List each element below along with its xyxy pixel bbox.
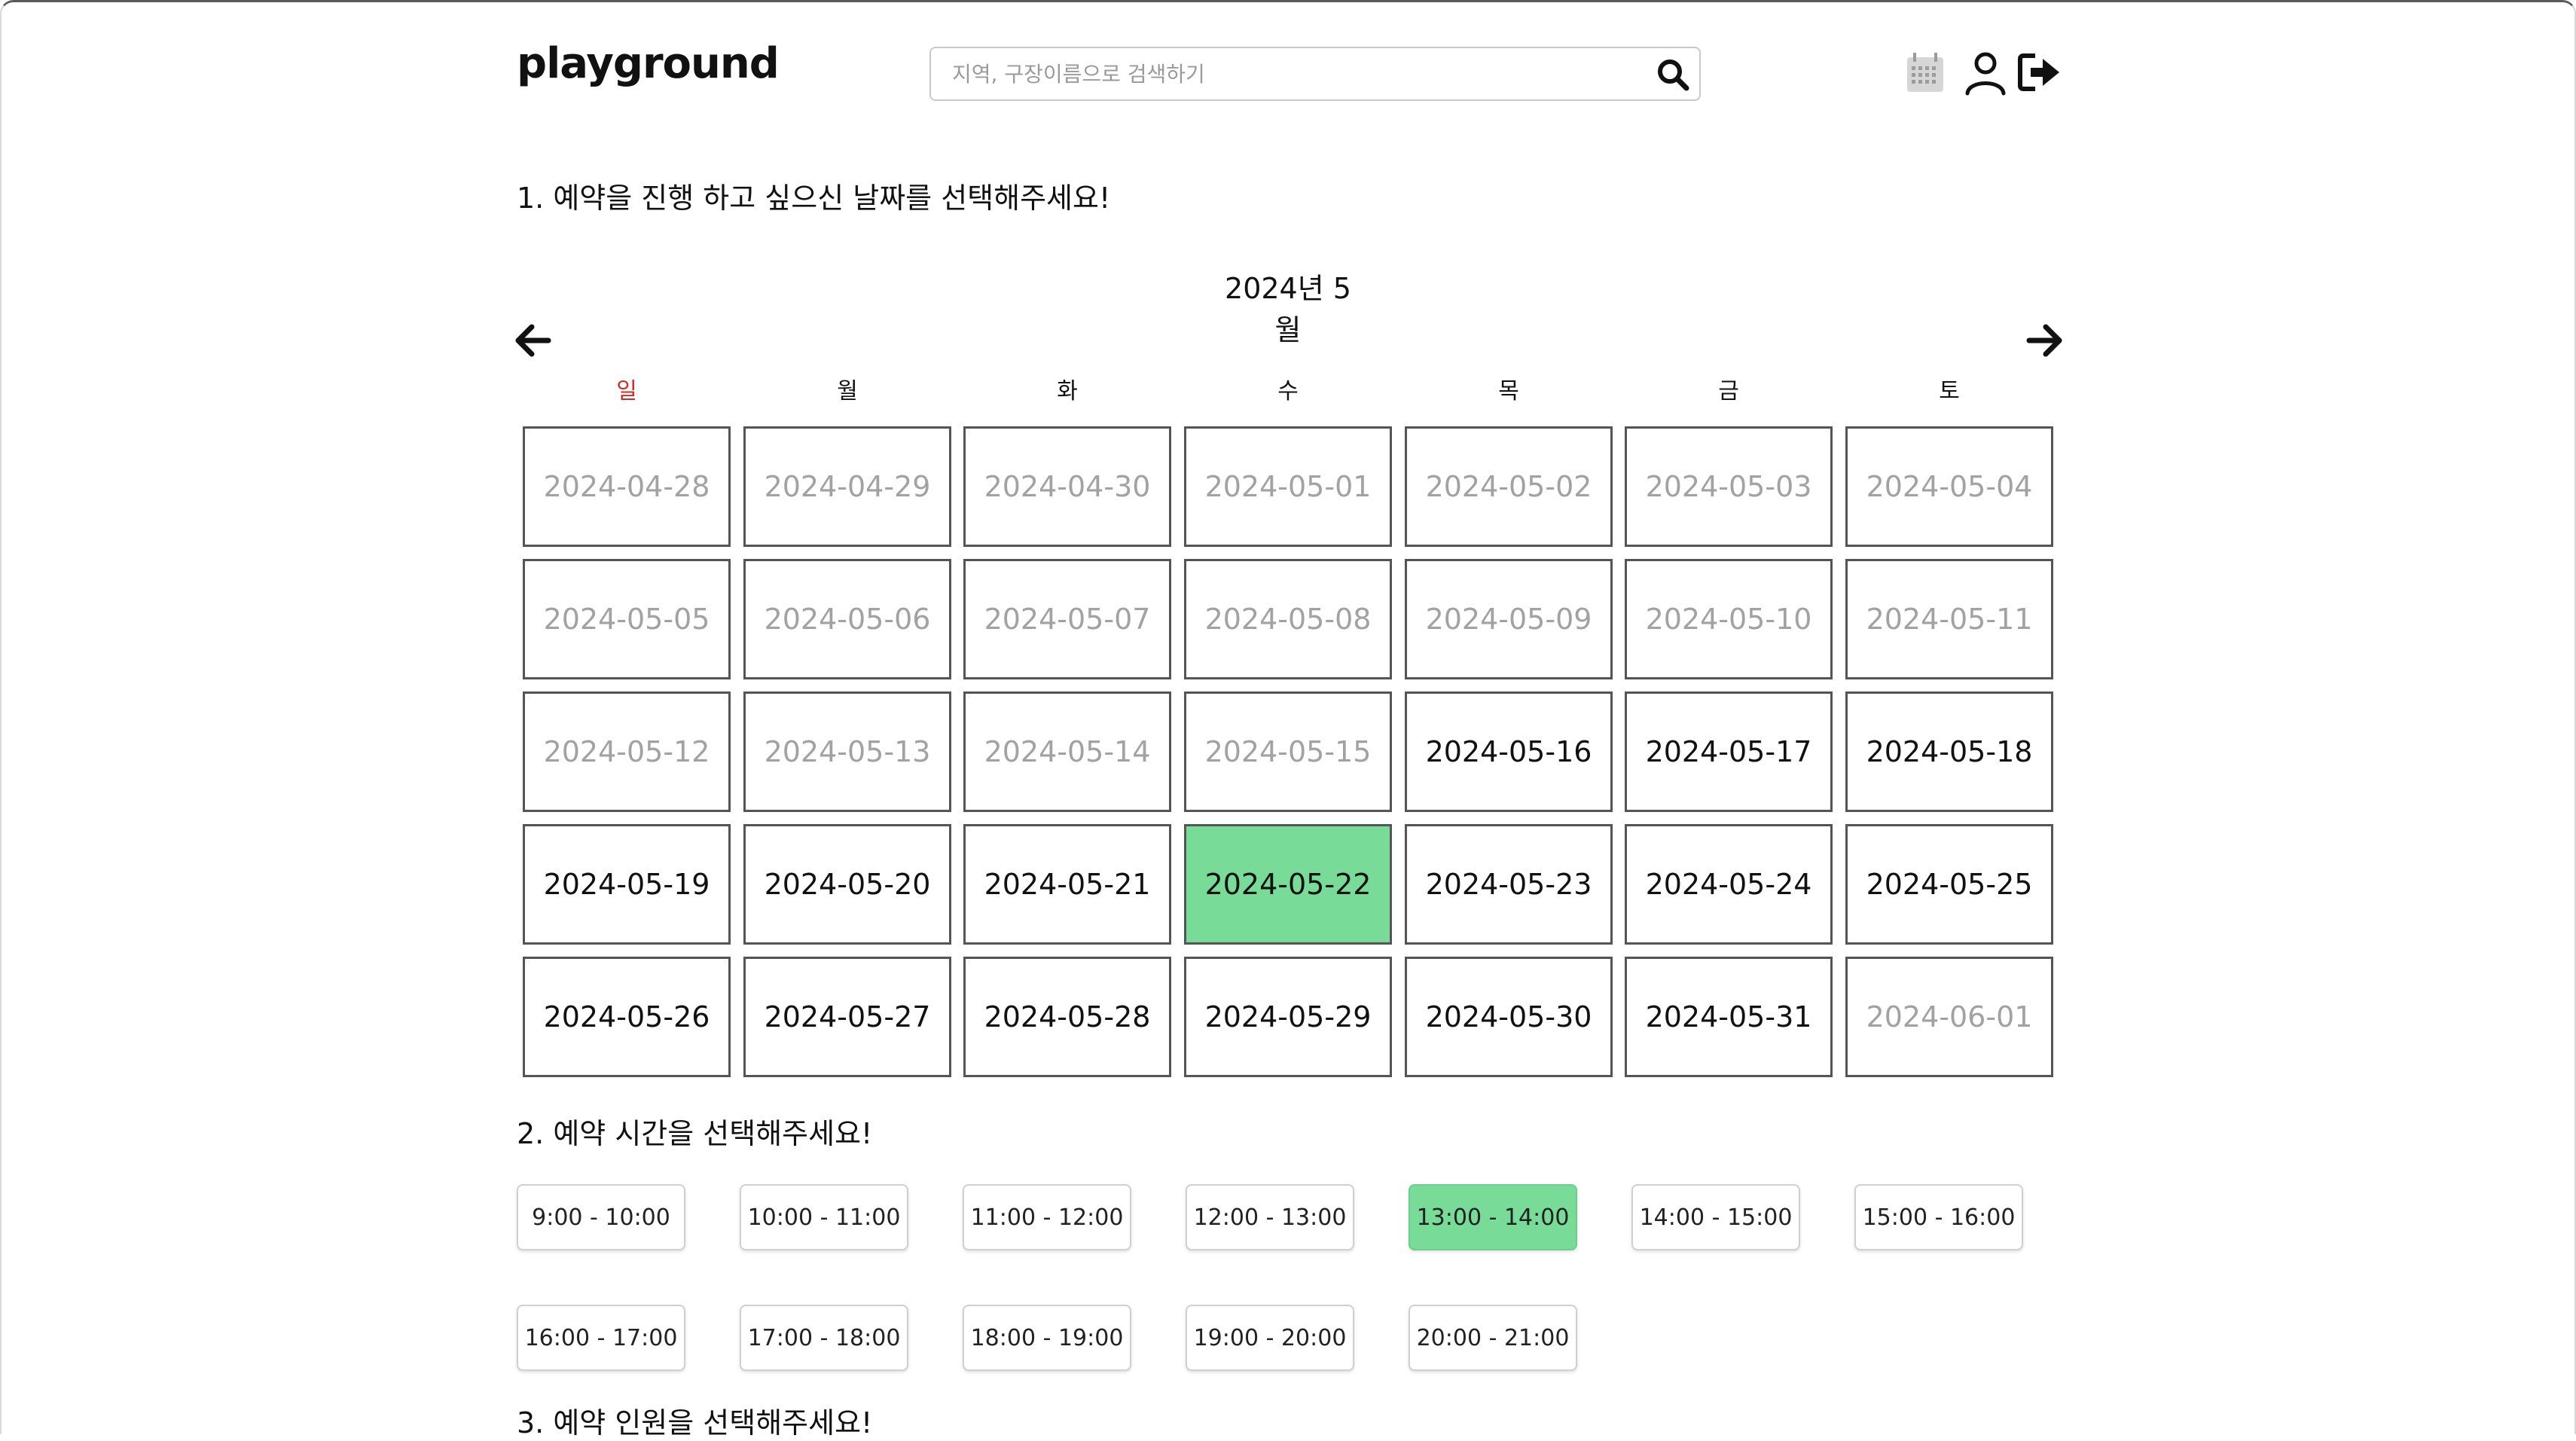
time-slot-button[interactable]: 12:00 - 13:00 xyxy=(1186,1184,1354,1250)
calendar-date-cell[interactable]: 2024-05-09 xyxy=(1405,559,1613,679)
calendar-date-cell[interactable]: 2024-05-23 xyxy=(1405,824,1613,945)
weekday-label: 토 xyxy=(1939,378,1960,405)
calendar-icon[interactable] xyxy=(1901,48,1949,96)
time-slot-button[interactable]: 18:00 - 19:00 xyxy=(963,1305,1131,1371)
calendar-date-cell[interactable]: 2024-05-30 xyxy=(1405,957,1613,1077)
calendar-date-cell[interactable]: 2024-05-16 xyxy=(1405,691,1613,812)
step2-title: 2. 예약 시간을 선택해주세요! xyxy=(517,1117,873,1150)
weekday-label: 화 xyxy=(1057,378,1078,405)
calendar-date-cell[interactable]: 2024-05-27 xyxy=(743,957,951,1077)
time-slot-button[interactable]: 16:00 - 17:00 xyxy=(517,1305,685,1371)
time-slot-button[interactable]: 9:00 - 10:00 xyxy=(517,1184,685,1250)
time-slot-button[interactable]: 10:00 - 11:00 xyxy=(740,1184,908,1250)
calendar-date-cell[interactable]: 2024-05-02 xyxy=(1405,426,1613,547)
calendar-date-cell[interactable]: 2024-05-18 xyxy=(1845,691,2053,812)
next-month-arrow-icon[interactable] xyxy=(2022,318,2067,363)
calendar-date-cell[interactable]: 2024-05-20 xyxy=(743,824,951,945)
calendar-date-cell[interactable]: 2024-05-17 xyxy=(1625,691,1833,812)
time-slot-button[interactable]: 15:00 - 16:00 xyxy=(1854,1184,2023,1250)
calendar-date-cell[interactable]: 2024-05-14 xyxy=(963,691,1171,812)
search-bar[interactable] xyxy=(929,47,1701,101)
search-icon[interactable] xyxy=(1654,56,1692,93)
calendar-date-cell[interactable]: 2024-05-07 xyxy=(963,559,1171,679)
time-slot-button[interactable]: 20:00 - 21:00 xyxy=(1409,1305,1577,1371)
calendar-date-cell[interactable]: 2024-05-25 xyxy=(1845,824,2053,945)
calendar-date-cell[interactable]: 2024-05-12 xyxy=(523,691,731,812)
time-slot-button[interactable]: 17:00 - 18:00 xyxy=(740,1305,908,1371)
step3-title: 3. 예약 인원을 선택해주세요! xyxy=(517,1406,873,1439)
calendar-date-cell[interactable]: 2024-05-11 xyxy=(1845,559,2053,679)
calendar-date-cell[interactable]: 2024-05-01 xyxy=(1184,426,1392,547)
prev-month-arrow-icon[interactable] xyxy=(511,318,556,363)
weekday-label: 수 xyxy=(1277,378,1299,405)
weekday-label: 목 xyxy=(1498,378,1519,405)
user-icon[interactable] xyxy=(1961,48,2010,96)
weekday-label: 월 xyxy=(837,378,858,405)
calendar-date-cell[interactable]: 2024-05-04 xyxy=(1845,426,2053,547)
calendar-date-cell[interactable]: 2024-05-15 xyxy=(1184,691,1392,812)
weekday-label: 금 xyxy=(1718,378,1739,405)
time-slot-button[interactable]: 11:00 - 12:00 xyxy=(963,1184,1131,1250)
calendar-date-cell[interactable]: 2024-05-10 xyxy=(1625,559,1833,679)
calendar-date-cell[interactable]: 2024-05-31 xyxy=(1625,957,1833,1077)
calendar-date-cell[interactable]: 2024-04-29 xyxy=(743,426,951,547)
calendar-date-cell[interactable]: 2024-05-26 xyxy=(523,957,731,1077)
search-input[interactable] xyxy=(952,48,1630,99)
month-label: 2024년 5월 xyxy=(1225,272,1351,347)
time-slot-button[interactable]: 14:00 - 15:00 xyxy=(1631,1184,1800,1250)
calendar-date-cell[interactable]: 2024-05-24 xyxy=(1625,824,1833,945)
calendar-date-cell[interactable]: 2024-05-03 xyxy=(1625,426,1833,547)
calendar-date-cell[interactable]: 2024-05-28 xyxy=(963,957,1171,1077)
calendar-date-cell[interactable]: 2024-05-19 xyxy=(523,824,731,945)
calendar-date-cell[interactable]: 2024-05-29 xyxy=(1184,957,1392,1077)
step1-title: 1. 예약을 진행 하고 싶으신 날짜를 선택해주세요! xyxy=(517,182,1111,215)
time-slot-button[interactable]: 19:00 - 20:00 xyxy=(1186,1305,1354,1371)
time-slot-button[interactable]: 13:00 - 14:00 xyxy=(1409,1184,1577,1250)
calendar-date-cell[interactable]: 2024-06-01 xyxy=(1845,957,2053,1077)
calendar-date-cell[interactable]: 2024-04-28 xyxy=(523,426,731,547)
calendar-date-cell[interactable]: 2024-05-05 xyxy=(523,559,731,679)
calendar-date-cell[interactable]: 2024-05-22 xyxy=(1184,824,1392,945)
logout-icon[interactable] xyxy=(2016,48,2064,96)
calendar-date-cell[interactable]: 2024-05-13 xyxy=(743,691,951,812)
logo[interactable]: playground xyxy=(517,39,780,88)
calendar-date-cell[interactable]: 2024-05-06 xyxy=(743,559,951,679)
calendar-date-cell[interactable]: 2024-04-30 xyxy=(963,426,1171,547)
weekday-label: 일 xyxy=(616,378,637,405)
calendar-date-cell[interactable]: 2024-05-21 xyxy=(963,824,1171,945)
calendar-date-cell[interactable]: 2024-05-08 xyxy=(1184,559,1392,679)
